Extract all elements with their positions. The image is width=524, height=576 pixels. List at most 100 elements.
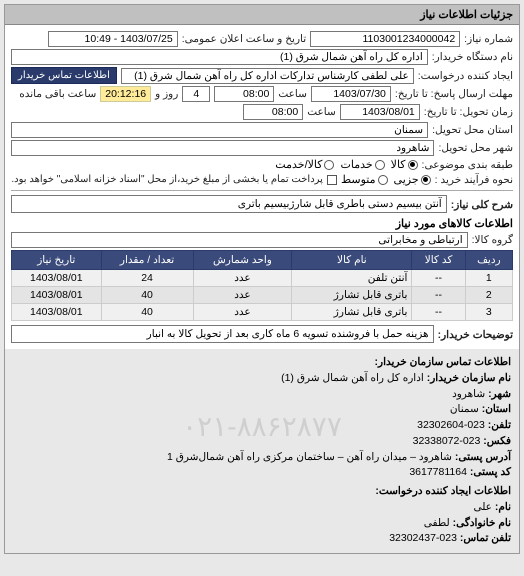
buyer-org-label: نام دستگاه خریدار: [432, 51, 513, 63]
overview-label: شرح کلی نیاز: [451, 199, 513, 211]
radio-motavaset[interactable]: متوسط [341, 173, 388, 186]
radio-dot-icon [421, 175, 431, 185]
resp-time-value: 08:00 [214, 86, 274, 102]
subject-cat-label: طبقه بندی موضوعی: [422, 159, 513, 171]
contact-header: اطلاعات تماس سازمان خریدار: [13, 355, 511, 371]
radio-khadamat[interactable]: خدمات [340, 158, 384, 171]
page-container: جزئیات اطلاعات نیاز شماره نیاز: 11030012… [4, 4, 520, 554]
cell-name: باتری قابل تشارژ [292, 287, 412, 304]
c-cphone-label: تلفن تماس: [460, 532, 511, 544]
c-lname-label: نام خانوادگی: [453, 517, 511, 529]
col-name: نام کالا [292, 251, 412, 270]
valid-time-value: 08:00 [243, 104, 303, 120]
group-value: ارتباطی و مخابراتی [11, 232, 468, 248]
c-prov-value: سمنان [450, 403, 479, 415]
radio-jozi-label: جزیی [394, 173, 419, 186]
radio-kala[interactable]: کالا [391, 158, 418, 171]
cell-date: 1403/08/01 [12, 304, 102, 321]
valid-label: زمان تحویل: تا تاریخ: [424, 106, 513, 118]
cell-date: 1403/08/01 [12, 270, 102, 287]
valid-date-value: 1403/08/01 [340, 104, 420, 120]
c-lname-value: لطفی [424, 517, 450, 529]
cell-code: -- [412, 304, 465, 321]
table-row: 1 -- آنتن تلفن عدد 24 1403/08/01 [12, 270, 513, 287]
buy-type-radio-group: جزیی متوسط [341, 173, 431, 186]
deliv-prov-label: استان محل تحویل: [432, 124, 513, 136]
c-prov-label: استان: [482, 403, 511, 415]
c-org-label: نام سازمان خریدار: [427, 372, 511, 384]
radio-jozi[interactable]: جزیی [394, 173, 431, 186]
contact-buyer-button[interactable]: اطلاعات تماس خریدار [11, 67, 117, 84]
cell-unit: عدد [193, 270, 292, 287]
cell-code: -- [412, 270, 465, 287]
buyer-desc-value: هزینه حمل با فروشنده تسویه 6 ماه کاری بع… [11, 325, 434, 343]
c-fax-value: 023-32338072 [413, 435, 481, 447]
c-fax-label: فکس: [483, 435, 511, 447]
radio-khadamat-label: خدمات [340, 158, 372, 171]
notice-date-value: 1403/07/25 - 10:49 [48, 31, 178, 47]
radio-dot-icon [408, 160, 418, 170]
c-city-label: شهر: [488, 388, 511, 400]
main-header: جزئیات اطلاعات نیاز [5, 5, 519, 25]
number-value: 1103001234000042 [310, 31, 460, 47]
days-label: روز و [155, 88, 178, 100]
c-zip-value: 3617781164 [409, 466, 467, 478]
treasury-checkbox[interactable] [327, 175, 337, 185]
overview-value: آنتن بیسیم دستی باطری قابل شارژبیسیم بات… [11, 195, 447, 213]
cell-code: -- [412, 287, 465, 304]
clock-label-2: ساعت [307, 106, 336, 118]
col-unit: واحد شمارش [193, 251, 292, 270]
radio-dot-icon [375, 160, 385, 170]
countdown-timer: 20:12:16 [100, 86, 151, 102]
goods-header: اطلاعات کالاهای مورد نیاز [11, 217, 513, 230]
creator-header: اطلاعات ایجاد کننده درخواست: [13, 484, 511, 500]
radio-dot-icon [378, 175, 388, 185]
c-org-value: اداره کل راه آهن شمال شرق (1) [281, 372, 424, 384]
c-cphone-value: 023-32302437 [389, 532, 457, 544]
notice-date-label: تاریخ و ساعت اعلان عمومی: [182, 33, 306, 45]
cell-name: باتری قابل تشارژ [292, 304, 412, 321]
c-city-value: شاهرود [452, 388, 485, 400]
clock-label-1: ساعت [278, 88, 307, 100]
deliv-prov-value: سمنان [11, 122, 428, 138]
deliv-city-value: شاهرود [11, 140, 434, 156]
number-label: شماره نیاز: [464, 33, 513, 45]
resp-date-value: 1403/07/30 [311, 86, 391, 102]
timer-label: ساعت باقی مانده [19, 88, 96, 100]
buy-note: پرداخت تمام یا بخشی از مبلغ خرید،از محل … [11, 174, 323, 185]
c-fname-value: علی [473, 501, 492, 513]
cell-unit: عدد [193, 304, 292, 321]
c-fname-label: نام: [495, 501, 511, 513]
col-date: تاریخ نیاز [12, 251, 102, 270]
cell-qty: 40 [101, 287, 193, 304]
c-phone-label: تلفن: [488, 419, 511, 431]
deliv-city-label: شهر محل تحویل: [438, 142, 513, 154]
days-remaining: 4 [182, 86, 210, 102]
header-title: جزئیات اطلاعات نیاز [420, 9, 513, 21]
radio-dot-icon [324, 160, 334, 170]
subject-radio-group: کالا خدمات کالا/خدمت [275, 158, 417, 171]
cell-qty: 24 [101, 270, 193, 287]
cell-n: 2 [465, 287, 512, 304]
form-area: شماره نیاز: 1103001234000042 تاریخ و ساع… [5, 25, 519, 349]
c-zip-label: کد پستی: [470, 466, 511, 478]
radio-both[interactable]: کالا/خدمت [275, 158, 334, 171]
buy-type-label: نحوه فرآیند خرید : [435, 174, 513, 186]
table-row: 2 -- باتری قابل تشارژ عدد 40 1403/08/01 [12, 287, 513, 304]
col-qty: تعداد / مقدار [101, 251, 193, 270]
table-header-row: ردیف کد کالا نام کالا واحد شمارش تعداد /… [12, 251, 513, 270]
items-table: ردیف کد کالا نام کالا واحد شمارش تعداد /… [11, 250, 513, 321]
cell-n: 1 [465, 270, 512, 287]
cell-unit: عدد [193, 287, 292, 304]
col-rownum: ردیف [465, 251, 512, 270]
buyer-org-value: اداره کل راه آهن شمال شرق (1) [11, 49, 428, 65]
requester-value: علی لطفی کارشناس تدارکات اداره کل راه آه… [121, 68, 414, 84]
cell-name: آنتن تلفن [292, 270, 412, 287]
table-row: 3 -- باتری قابل تشارژ عدد 40 1403/08/01 [12, 304, 513, 321]
cell-date: 1403/08/01 [12, 287, 102, 304]
divider [11, 190, 513, 191]
contact-block: اطلاعات تماس سازمان خریدار: نام سازمان خ… [5, 349, 519, 553]
radio-kala-label: کالا [391, 158, 406, 171]
c-addr-value: شاهرود – میدان راه آهن – ساختمان مرکزی ر… [167, 451, 452, 463]
buyer-desc-label: توضیحات خریدار: [438, 329, 513, 341]
